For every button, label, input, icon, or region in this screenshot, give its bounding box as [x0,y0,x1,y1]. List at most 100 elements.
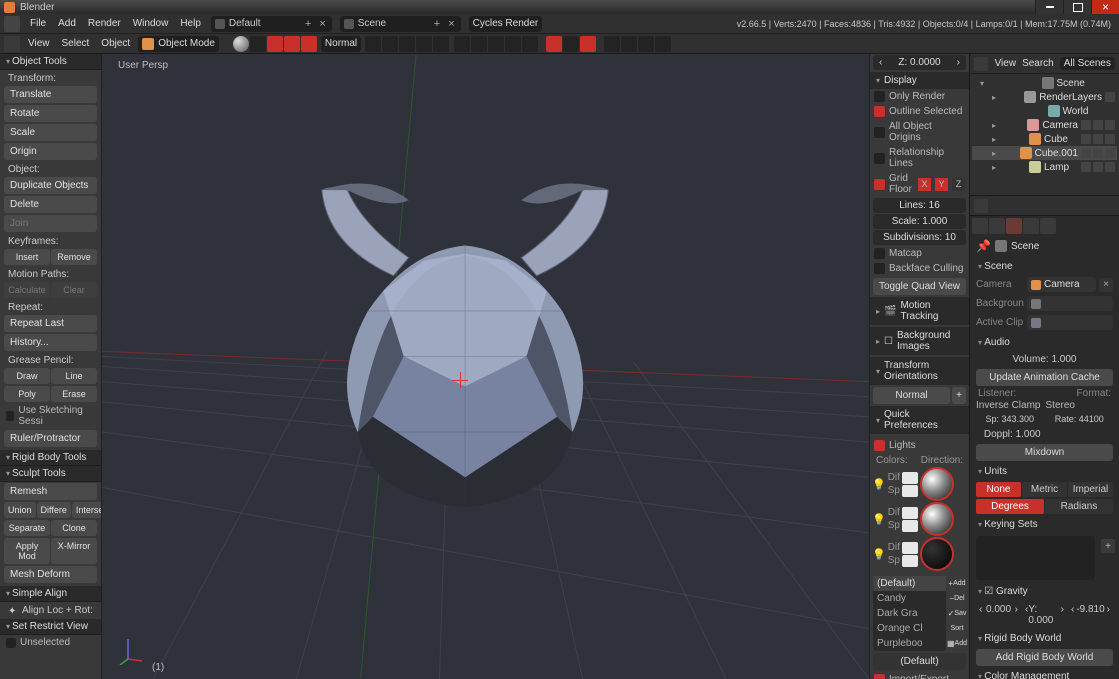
viewport-3d[interactable]: User Persp (1) [102,54,869,679]
repeat-last-button[interactable]: Repeat Last [4,315,97,332]
camera-field[interactable]: Camera [1027,277,1096,292]
tab-object-icon[interactable] [1040,218,1056,234]
layout-add-button[interactable]: + [303,18,313,30]
boolean-difference-button[interactable]: Differe [37,502,71,518]
outliner-renderlayers-row[interactable]: ▸RenderLayers [972,90,1117,104]
panel-keying-sets[interactable]: Keying Sets [972,516,1117,533]
menu-add[interactable]: Add [52,18,82,29]
origin-button[interactable]: Origin [4,143,97,160]
window-maximize-button[interactable] [1063,0,1091,14]
screen-layout-selector[interactable]: + × [211,16,332,32]
preset-padd-button[interactable]: ▦Add [948,636,966,650]
menu-view[interactable]: View [24,38,54,49]
snap-element-icon[interactable] [580,36,596,52]
clone-button[interactable]: Clone [51,520,97,536]
menu-help[interactable]: Help [174,18,207,29]
boolean-union-button[interactable]: Union [4,502,36,518]
translate-button[interactable]: Translate [4,86,97,103]
keying-sets-list[interactable] [976,536,1095,580]
import-export-checkbox[interactable] [874,674,885,679]
light1-direction-sphere[interactable] [920,467,954,501]
menu-window[interactable]: Window [127,18,175,29]
tab-renderlayers-icon[interactable] [989,218,1005,234]
manipulator-toggle[interactable] [267,36,283,52]
panel-rigid-body[interactable]: Rigid Body Tools [0,450,101,466]
unit-degrees-button[interactable]: Degrees [976,499,1044,514]
preset-default[interactable]: (Default) [873,576,946,591]
grid-lines-field[interactable]: Lines: 16 [873,198,966,213]
light2-icon[interactable]: 💡 [872,513,886,526]
motion-clear-button[interactable]: Clear [51,282,97,298]
menu-render[interactable]: Render [82,18,127,29]
outliner-world-row[interactable]: World [972,104,1117,118]
panel-simple-align[interactable]: Simple Align [0,586,101,602]
gravity-z-field[interactable]: ‹-9.810› [1068,602,1113,628]
panel-quick-preferences[interactable]: Quick Preferences [870,406,969,434]
update-cache-button[interactable]: Update Animation Cache [976,369,1113,386]
preset-save-button[interactable]: ✓Sav [948,606,966,620]
layer-button-2[interactable] [382,36,398,52]
panel-motion-tracking[interactable]: 🎬 Motion Tracking [870,297,969,325]
preset-candy[interactable]: Candy [873,591,946,606]
panel-scene[interactable]: Scene [972,258,1117,275]
backface-checkbox[interactable] [874,263,885,274]
light1-spec-color[interactable] [902,485,918,497]
render-anim-icon[interactable] [621,36,637,52]
window-close-button[interactable] [1091,0,1119,14]
gravity-x-field[interactable]: ‹0.000› [976,602,1021,628]
pivot-icon[interactable] [250,36,266,52]
layer-button-7[interactable] [471,36,487,52]
panel-color-management[interactable]: Color Management [972,668,1117,679]
grid-subdiv-field[interactable]: Subdivisions: 10 [873,230,966,245]
preset-del-button[interactable]: −Del [948,591,966,605]
join-button[interactable]: Join [4,215,97,232]
outliner-cube001-row[interactable]: ▸Cube.001 [972,146,1117,160]
audio-rate-field[interactable]: Rate: 44100 [1046,412,1114,426]
audio-volume-field[interactable]: Volume: 1.000 [976,352,1113,367]
layer-button-6[interactable] [454,36,470,52]
layer-button-4[interactable] [416,36,432,52]
light3-diffuse-color[interactable] [902,542,918,554]
tab-scene-icon[interactable] [1006,218,1022,234]
gp-poly-button[interactable]: Poly [4,386,50,402]
all-origins-checkbox[interactable] [874,127,885,138]
matcap-checkbox[interactable] [874,248,885,259]
unselected-checkbox[interactable] [6,638,16,648]
outliner-search-menu[interactable]: Search [1022,58,1054,69]
layout-field[interactable] [229,18,299,29]
outline-selected-checkbox[interactable] [874,106,885,117]
scale-button[interactable]: Scale [4,124,97,141]
audio-mixdown-button[interactable]: Mixdown [976,444,1113,461]
apply-mod-button[interactable]: Apply Mod [4,538,50,564]
rotate-button[interactable]: Rotate [4,105,97,122]
preset-add-button[interactable]: +Add [948,576,966,590]
gp-line-button[interactable]: Line [51,368,97,384]
audio-format-selector[interactable]: Stereo [1046,400,1114,411]
camera-clear-button[interactable]: × [1099,278,1113,292]
unit-imperial-button[interactable]: Imperial [1068,482,1113,497]
relationship-lines-checkbox[interactable] [874,153,885,164]
background-field[interactable] [1027,296,1113,311]
render-engine-selector[interactable]: Cycles Render [469,16,543,32]
default-preset-button[interactable]: (Default) [873,653,966,670]
light1-icon[interactable]: 💡 [872,478,886,491]
add-rigid-body-button[interactable]: Add Rigid Body World [976,649,1113,666]
light3-direction-sphere[interactable] [920,537,954,571]
history-button[interactable]: History... [4,334,97,351]
grid-scale-field[interactable]: Scale: 1.000 [873,214,966,229]
light3-icon[interactable]: 💡 [872,548,886,561]
keying-set-add-button[interactable]: + [1101,539,1115,553]
x-mirror-button[interactable]: X-Mirror [51,538,97,564]
tab-world-icon[interactable] [1023,218,1039,234]
axis-y-toggle[interactable]: Y [935,178,948,191]
copy-buffer-icon[interactable] [638,36,654,52]
only-render-checkbox[interactable] [874,91,885,102]
outliner-cube-row[interactable]: ▸Cube [972,132,1117,146]
render-preview-icon[interactable] [604,36,620,52]
light2-diffuse-color[interactable] [902,507,918,519]
light3-spec-color[interactable] [902,555,918,567]
panel-transform-orientations[interactable]: Transform Orientations [870,357,969,385]
panel-rigid-body[interactable]: Rigid Body World [972,630,1117,647]
gp-draw-button[interactable]: Draw [4,368,50,384]
lights-checkbox[interactable] [874,440,885,451]
